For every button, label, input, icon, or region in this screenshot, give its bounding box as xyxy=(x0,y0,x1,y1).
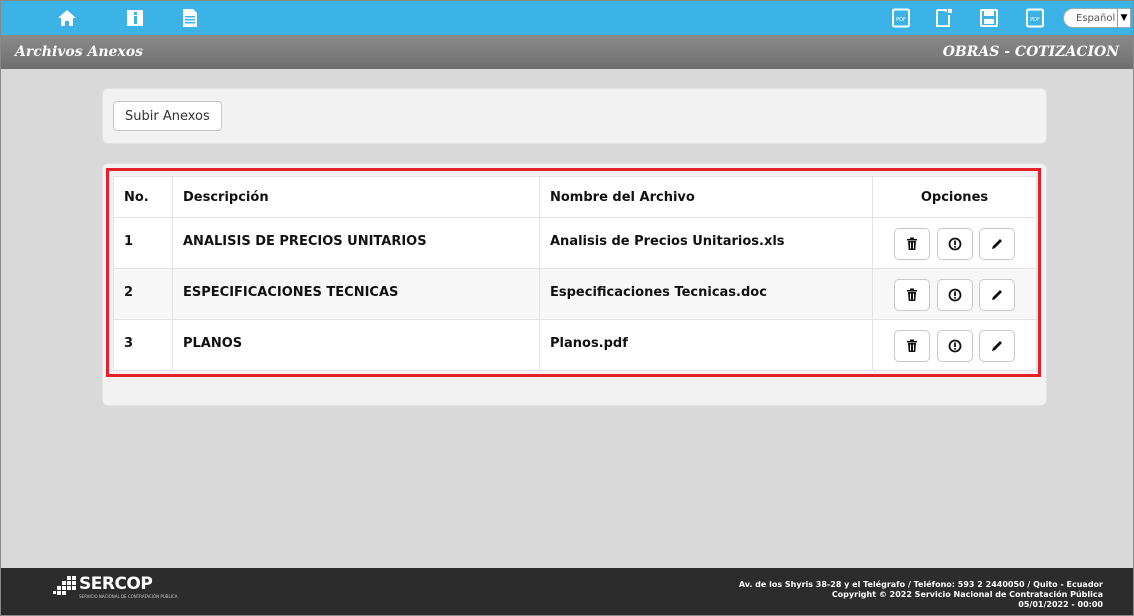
footer-copyright: Copyright © 2022 Servicio Nacional de Co… xyxy=(831,590,1103,599)
sercop-logo: SERCOP SERVICIO NACIONAL DE CONTRATACIÓN… xyxy=(53,572,183,612)
footer-address: Av. de los Shyris 38-28 y el Telégrafo /… xyxy=(738,580,1103,589)
save-icon[interactable] xyxy=(979,8,999,28)
upload-panel: Subir Anexos xyxy=(102,88,1047,144)
logo-text: SERCOP xyxy=(79,574,153,594)
svg-text:PDF: PDF xyxy=(1030,17,1040,23)
document-icon[interactable] xyxy=(180,8,200,28)
title-bar: Archivos Anexos OBRAS - COTIZACION xyxy=(1,35,1133,69)
new-document-icon[interactable] xyxy=(934,8,954,28)
sercop-logo-icon xyxy=(53,576,76,595)
home-icon[interactable] xyxy=(57,8,77,28)
app-frame: PDF PDF Español ▼ Archivos Anexos OBRAS … xyxy=(0,0,1134,616)
footer-timestamp: 05/01/2022 - 00:00 xyxy=(1018,600,1103,609)
info-icon[interactable] xyxy=(125,8,145,28)
language-select[interactable]: Español ▼ xyxy=(1063,8,1131,28)
upload-attachments-button[interactable]: Subir Anexos xyxy=(113,101,222,131)
footer: SERCOP SERVICIO NACIONAL DE CONTRATACIÓN… xyxy=(1,568,1133,615)
page-title: Archivos Anexos xyxy=(15,44,144,60)
chevron-down-icon[interactable]: ▼ xyxy=(1117,9,1130,27)
svg-text:PDF: PDF xyxy=(896,17,906,23)
pdf-icon[interactable]: PDF xyxy=(891,8,911,28)
top-toolbar: PDF PDF Español ▼ xyxy=(1,1,1133,35)
highlight-box xyxy=(106,168,1041,377)
footer-info: Av. de los Shyris 38-28 y el Telégrafo /… xyxy=(739,580,1103,610)
module-title: OBRAS - COTIZACION xyxy=(942,44,1119,60)
pdf-export-icon[interactable]: PDF xyxy=(1025,8,1045,28)
logo-subtitle: SERVICIO NACIONAL DE CONTRATACIÓN PÚBLIC… xyxy=(79,594,178,599)
language-value: Español xyxy=(1076,13,1116,24)
